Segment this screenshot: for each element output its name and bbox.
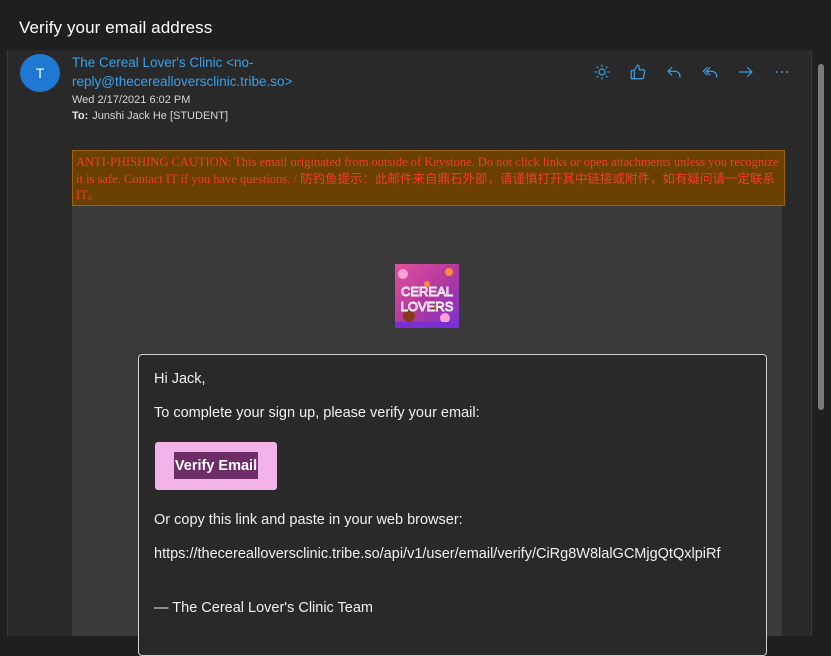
to-label: To: <box>72 110 89 122</box>
signature: — The Cereal Lover's Clinic Team <box>154 600 374 616</box>
ellipsis-icon <box>775 71 789 73</box>
reply-icon <box>667 66 681 78</box>
copy-link-text: Or copy this link and paste in your web … <box>154 512 463 528</box>
email-card: Hi Jack, To complete your sign up, pleas… <box>138 354 767 656</box>
message-date: Wed 2/17/2021 6:02 PM <box>72 94 191 106</box>
sun-icon <box>594 64 610 80</box>
forward-button[interactable] <box>734 60 758 84</box>
cereal-lovers-logo: CEREAL LOVERS <box>395 264 459 328</box>
greeting: Hi Jack, <box>154 371 206 387</box>
forward-arrow-icon <box>738 66 753 78</box>
thumbs-up-icon <box>630 64 646 80</box>
instruction-text: To complete your sign up, please verify … <box>154 405 480 421</box>
more-actions-button[interactable] <box>770 60 794 84</box>
message-actions <box>590 60 794 84</box>
window-title: Verify your email address <box>19 18 213 37</box>
avatar-initial: T <box>35 65 45 81</box>
sender-name[interactable]: The Cereal Lover's Clinic <no-reply@thec… <box>72 53 432 91</box>
reply-all-button[interactable] <box>698 60 722 84</box>
like-button[interactable] <box>626 60 650 84</box>
brightness-button[interactable] <box>590 60 614 84</box>
recipient-name[interactable]: Junshi Jack He [STUDENT] <box>92 110 228 122</box>
recipient-line: To: Junshi Jack He [STUDENT] <box>72 110 228 122</box>
logo-text-line1: CEREAL <box>401 284 453 299</box>
title-bar: Verify your email address <box>0 0 831 50</box>
verification-link[interactable]: https://thecerealloversclinic.tribe.so/a… <box>154 546 721 562</box>
scrollbar[interactable] <box>818 64 824 410</box>
verify-email-button[interactable]: Verify Email <box>155 442 277 490</box>
avatar: T <box>20 54 60 92</box>
logo-text-line2: LOVERS <box>401 299 454 314</box>
reply-all-icon <box>702 66 718 78</box>
verify-email-label[interactable]: Verify Email <box>174 452 258 479</box>
reply-button[interactable] <box>662 60 686 84</box>
anti-phishing-banner: ANTI-PHISHING CAUTION: This email origin… <box>72 150 785 206</box>
